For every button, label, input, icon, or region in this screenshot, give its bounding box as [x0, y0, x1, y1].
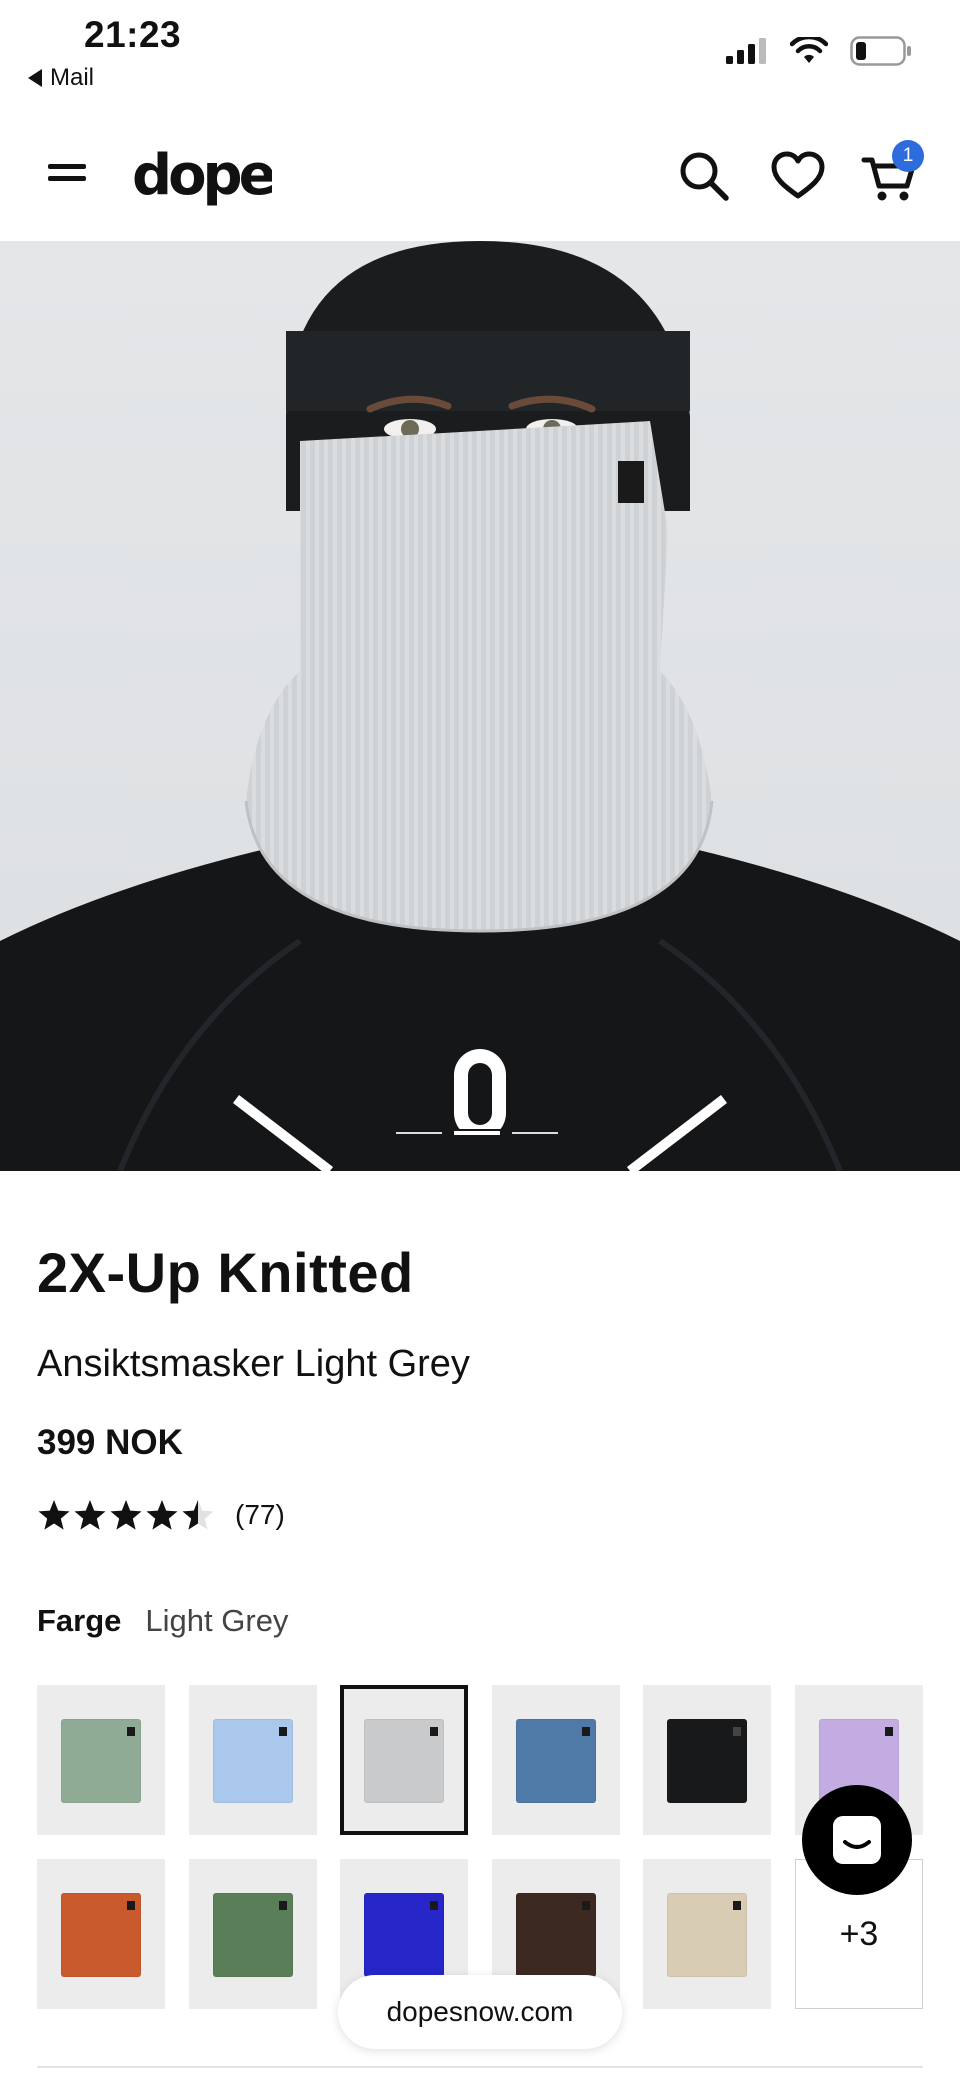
swatch-logo-tag — [278, 1901, 287, 1910]
site-header: dope 1 — [0, 120, 960, 240]
menu-icon[interactable] — [46, 158, 90, 198]
color-swatch[interactable] — [37, 1685, 165, 1835]
review-count[interactable]: (77) — [235, 1499, 285, 1531]
color-swatch[interactable] — [643, 1859, 772, 2009]
swatch-logo-tag — [733, 1727, 742, 1736]
product-price: 399 NOK — [37, 1423, 183, 1462]
color-label: Farge — [37, 1603, 122, 1638]
product-title: 2X-Up Knitted — [37, 1241, 414, 1304]
svg-text:dope: dope — [132, 143, 272, 208]
swatch-logo-tag — [127, 1901, 135, 1910]
product-subtitle: Ansiktsmasker Light Grey — [37, 1343, 470, 1385]
status-bar: 21:23 Mail — [0, 0, 960, 100]
pagination-dot-active[interactable] — [454, 1131, 500, 1135]
chat-button[interactable] — [802, 1785, 912, 1895]
color-swatch[interactable] — [188, 1685, 317, 1835]
image-pagination[interactable] — [396, 1131, 558, 1135]
swatch-logo-tag — [127, 1727, 135, 1736]
swatch-logo-tag — [733, 1901, 742, 1910]
back-arrow-icon — [28, 69, 42, 87]
swatch-logo-tag — [581, 1901, 590, 1910]
color-swatch[interactable] — [643, 1685, 772, 1835]
rating[interactable]: (77) — [37, 1498, 285, 1532]
swatch-logo-tag — [430, 1727, 439, 1736]
swatch-logo-tag — [884, 1727, 893, 1736]
dope-logo[interactable]: dope — [132, 142, 272, 212]
star-rating-icon — [38, 1500, 214, 1530]
pagination-dot[interactable] — [512, 1132, 558, 1134]
selected-color-value: Light Grey — [145, 1603, 289, 1638]
signal-icon — [726, 38, 766, 64]
status-icons — [726, 36, 912, 66]
back-app-label: Mail — [50, 64, 95, 91]
swatch-logo-tag — [430, 1901, 439, 1910]
cart-count-badge: 1 — [892, 140, 924, 172]
swatch-logo-tag — [278, 1727, 287, 1736]
color-swatch-grid: +3 — [37, 1685, 923, 2009]
color-selector-label: Farge Light Grey — [37, 1603, 288, 1639]
divider — [37, 2066, 923, 2068]
status-time: 21:23 — [84, 14, 182, 55]
color-swatch-selected[interactable] — [340, 1685, 469, 1835]
heart-icon[interactable] — [766, 144, 830, 208]
pagination-dot[interactable] — [396, 1132, 442, 1134]
back-to-mail-link[interactable]: Mail — [28, 64, 94, 92]
product-image[interactable] — [0, 241, 960, 1171]
browser-url-bar[interactable]: dopesnow.com — [338, 1975, 622, 2049]
search-icon[interactable] — [672, 144, 736, 208]
url-text: dopesnow.com — [386, 1996, 574, 2027]
wifi-icon — [790, 37, 828, 63]
color-swatch[interactable] — [188, 1859, 317, 2009]
color-swatch[interactable] — [37, 1859, 165, 2009]
color-swatch[interactable] — [491, 1685, 620, 1835]
swatch-logo-tag — [581, 1727, 590, 1736]
product-photo — [0, 241, 960, 1171]
battery-icon — [850, 36, 911, 66]
chat-icon — [833, 1816, 881, 1864]
